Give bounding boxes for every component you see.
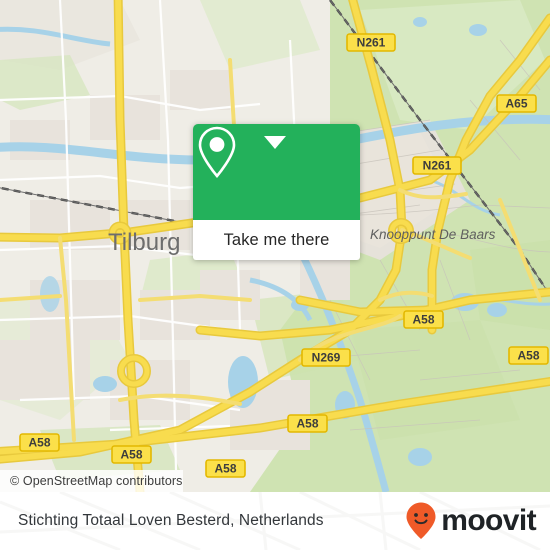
road-shield-label: A58	[412, 313, 434, 327]
road-shield-label: A58	[214, 462, 236, 476]
moovit-smiley-pin-icon	[406, 502, 436, 539]
moovit-wordmark: moovit	[441, 504, 536, 537]
map-label-city: Tilburg	[108, 229, 180, 256]
road-shield: N261	[412, 156, 462, 175]
road-shield-label: A58	[120, 448, 142, 462]
road-shield-label: A58	[517, 349, 539, 363]
road-shield: A58	[205, 459, 246, 478]
road-shield: A58	[287, 414, 328, 433]
map-pin-icon	[198, 126, 236, 179]
footer-bar: Stichting Totaal Loven Besterd, Netherla…	[0, 492, 550, 550]
road-shield: A65	[496, 94, 537, 113]
road-shield-label: N261	[423, 159, 452, 173]
place-title: Stichting Totaal Loven Besterd, Netherla…	[18, 512, 324, 529]
popup-tail	[264, 136, 286, 149]
take-me-there-label: Take me there	[223, 230, 330, 249]
road-shield-label: A58	[296, 417, 318, 431]
road-shield: A58	[508, 346, 549, 365]
road-shield: A58	[111, 445, 152, 464]
road-shield-label: A58	[28, 436, 50, 450]
osm-attribution-text: © OpenStreetMap contributors	[10, 474, 183, 488]
road-shield-label: N261	[357, 36, 386, 50]
moovit-brand[interactable]: moovit	[404, 501, 537, 541]
road-shield-label: N269	[312, 351, 341, 365]
map-screenshot: Tilburg Knooppunt De Baars N261 A65 N261 A5…	[0, 0, 550, 550]
osm-attribution[interactable]: © OpenStreetMap contributors	[0, 470, 183, 492]
map-canvas[interactable]: Tilburg Knooppunt De Baars N261 A65 N261 A5…	[0, 0, 550, 492]
road-shield-label: A65	[505, 97, 527, 111]
take-me-there-button[interactable]: Take me there	[193, 220, 360, 260]
road-shield: N261	[346, 33, 396, 52]
road-shield: A58	[19, 433, 60, 452]
map-label-junction: Knooppunt De Baars	[370, 227, 496, 242]
road-shield: A58	[403, 310, 444, 329]
road-shield: N269	[301, 348, 351, 367]
